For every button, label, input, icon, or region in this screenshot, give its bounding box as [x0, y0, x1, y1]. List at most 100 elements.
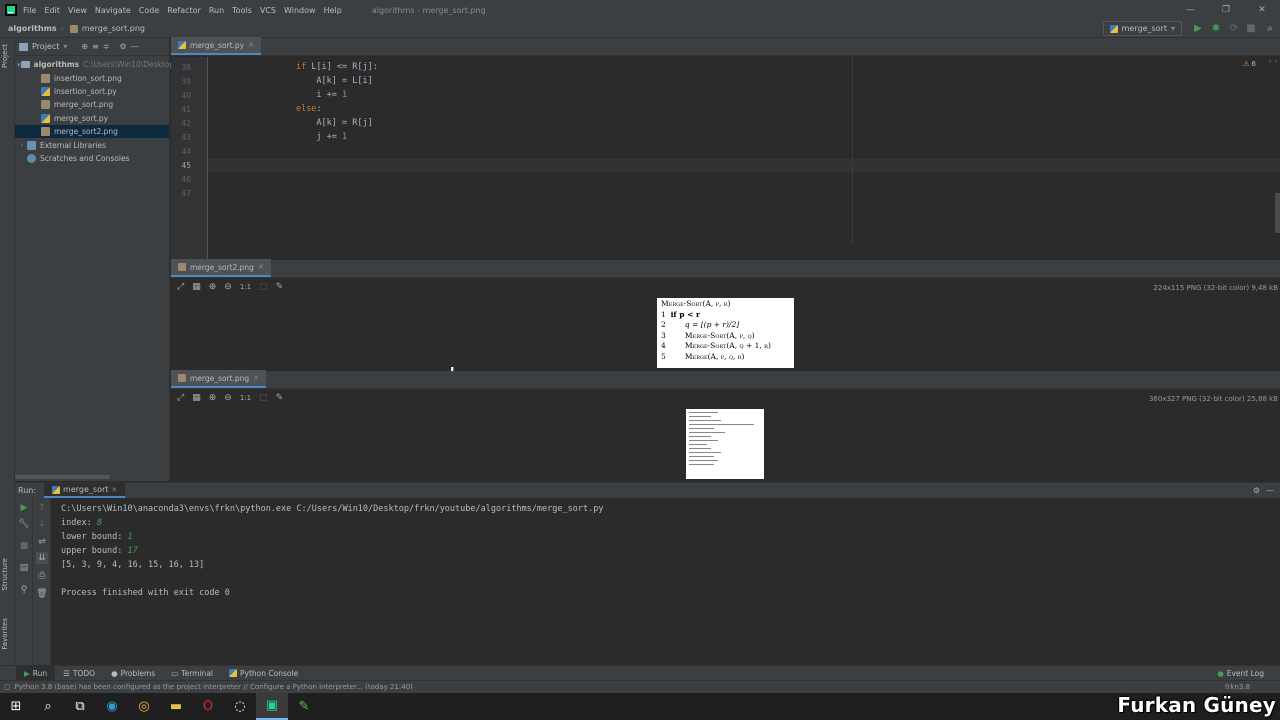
tab-merge-sort-png[interactable]: merge_sort.png ✕	[171, 370, 267, 388]
tab-merge-sort-py[interactable]: merge_sort.py ✕	[171, 37, 261, 55]
print-icon[interactable]: ⎙	[36, 570, 48, 582]
menu-file[interactable]: File	[23, 6, 36, 15]
file-explorer-icon[interactable]: ▬	[160, 693, 192, 720]
task-view-icon[interactable]: ⧉	[64, 693, 96, 720]
warnings-indicator[interactable]: ⚠ 6	[1243, 60, 1256, 68]
tool-tab-terminal[interactable]: ▭ Terminal	[163, 666, 221, 681]
search-icon[interactable]: ⌕	[1264, 22, 1276, 35]
zoom-out-icon[interactable]: ⊖	[224, 393, 232, 403]
zoom-in-icon[interactable]: ⊕	[209, 393, 217, 403]
run-tab-merge-sort[interactable]: merge_sort ✕	[44, 483, 126, 498]
rerun-icon[interactable]: ▶	[18, 502, 30, 514]
menu-tools[interactable]: Tools	[232, 6, 252, 15]
code-line[interactable]: i += 1	[255, 90, 347, 100]
restore-icon[interactable]: ❐	[1208, 0, 1244, 20]
menu-refactor[interactable]: Refactor	[167, 6, 201, 15]
close-tab-icon[interactable]: ✕	[258, 263, 264, 271]
tree-item-scratches[interactable]: Scratches and Consoles	[15, 152, 169, 165]
hide-icon[interactable]: —	[1266, 486, 1274, 495]
status-message[interactable]: Python 3.8 (base) has been configured as…	[15, 683, 413, 691]
tool-tab-python-console[interactable]: Python Console	[221, 666, 306, 681]
actual-size-icon[interactable]: 1:1	[240, 283, 251, 291]
soft-wrap-icon[interactable]: ⇌	[36, 536, 48, 548]
close-icon[interactable]: ✕	[1244, 0, 1280, 20]
wrench-icon[interactable]: 🔧︎	[18, 518, 30, 530]
vertical-scrollbar[interactable]	[1275, 193, 1280, 233]
grid-icon[interactable]: ▦	[192, 393, 201, 403]
fit-zoom-icon[interactable]: ⤢	[177, 393, 184, 403]
minimize-icon[interactable]: —	[1172, 0, 1208, 20]
menu-run[interactable]: Run	[209, 6, 224, 15]
fit-window-icon[interactable]: □	[259, 282, 268, 292]
side-tab-favorites[interactable]: Favorites	[1, 618, 9, 650]
fit-zoom-icon[interactable]: ⤢	[177, 282, 184, 292]
tree-item-insertion-sort-py[interactable]: insertion_sort.py	[15, 85, 169, 98]
arrow-up-icon[interactable]: ↑	[36, 502, 48, 514]
collapse-all-icon[interactable]: ≑	[103, 42, 110, 51]
gear-icon[interactable]: ⚙	[120, 42, 127, 51]
opera-browser-icon[interactable]: O	[192, 693, 224, 720]
grid-icon[interactable]: ▦	[192, 282, 201, 292]
menu-view[interactable]: View	[68, 6, 87, 15]
tool-tab-todo[interactable]: ☰ TODO	[55, 666, 103, 681]
code-line[interactable]: j += 1	[255, 132, 347, 142]
chrome-browser-icon[interactable]: ◎	[128, 693, 160, 720]
edge-browser-icon[interactable]: ◉	[96, 693, 128, 720]
stop-icon[interactable]: ■	[18, 540, 30, 552]
tree-item-merge-sort-py[interactable]: merge_sort.py	[15, 112, 169, 125]
tool-tab-run[interactable]: ▶ Run	[16, 665, 56, 681]
chevron-up-icon[interactable]: ˄	[1269, 60, 1273, 68]
arrow-down-icon[interactable]: ↓	[36, 518, 48, 530]
hide-icon[interactable]: —	[131, 42, 139, 51]
code-line[interactable]: A[k] = R[j]	[255, 118, 372, 128]
pin-icon[interactable]: ⚲	[18, 584, 30, 596]
notepad-icon[interactable]: ✎	[288, 693, 320, 720]
layout-icon[interactable]: ▤	[18, 562, 30, 574]
run-config-selector[interactable]: merge_sort ▾	[1102, 21, 1182, 36]
stop-icon[interactable]: ■	[1245, 22, 1257, 35]
menu-code[interactable]: Code	[139, 6, 159, 15]
close-tab-icon[interactable]: ✕	[248, 41, 254, 49]
console-output[interactable]: C:\Users\Win10\anaconda3\envs\frkn\pytho…	[61, 502, 603, 600]
menu-window[interactable]: Window	[284, 6, 316, 15]
side-tab-structure[interactable]: Structure	[1, 558, 9, 591]
status-bar-toggle-icon[interactable]: ▢	[4, 683, 11, 691]
chevron-down-icon[interactable]: ˅	[1275, 60, 1279, 68]
pycharm-taskbar-icon[interactable]: ▣	[256, 693, 288, 720]
trash-icon[interactable]: 🗑︎	[36, 588, 48, 600]
color-picker-icon[interactable]: ✎	[276, 393, 284, 403]
debug-icon[interactable]: ✱	[1210, 22, 1222, 35]
menu-navigate[interactable]: Navigate	[95, 6, 131, 15]
actual-size-icon[interactable]: 1:1	[240, 394, 251, 402]
run-icon[interactable]: ▶	[1192, 22, 1204, 35]
breadcrumb-file[interactable]: merge_sort.png	[82, 24, 145, 33]
locate-icon[interactable]: ⊕	[81, 42, 88, 51]
menu-help[interactable]: Help	[324, 6, 342, 15]
code-line[interactable]: else:	[255, 104, 322, 114]
tree-item-external-libraries[interactable]: › External Libraries	[15, 138, 169, 151]
tree-item-merge-sort2-png[interactable]: merge_sort2.png	[15, 124, 169, 139]
search-icon[interactable]: ⌕	[32, 693, 64, 720]
tab-merge-sort2-png[interactable]: merge_sort2.png ✕	[171, 259, 271, 277]
zoom-in-icon[interactable]: ⊕	[209, 282, 217, 292]
project-view-label[interactable]: Project	[32, 42, 59, 51]
coverage-icon[interactable]: ⟳	[1228, 22, 1240, 35]
tree-item-merge-sort-png[interactable]: merge_sort.png	[15, 98, 169, 111]
close-tab-icon[interactable]: ✕	[253, 374, 259, 382]
color-picker-icon[interactable]: ✎	[276, 282, 284, 292]
chevron-down-icon[interactable]: ▾	[63, 42, 67, 51]
fit-window-icon[interactable]: □	[259, 393, 268, 403]
scroll-to-end-icon[interactable]: ⇊	[36, 552, 48, 564]
menu-vcs[interactable]: VCS	[260, 6, 276, 15]
code-line[interactable]: if L[i] <= R[j]:	[255, 62, 378, 72]
interpreter-selector[interactable]: frkn3.8	[1225, 683, 1250, 691]
expand-all-icon[interactable]: ≡	[92, 42, 99, 51]
tree-root[interactable]: ▾ algorithms C:\Users\Win10\Desktop	[15, 58, 174, 71]
app-icon[interactable]: ◌	[224, 693, 256, 720]
side-tab-project[interactable]: Project	[1, 44, 9, 68]
gear-icon[interactable]: ⚙	[1253, 486, 1260, 495]
windows-start-icon[interactable]: ⊞	[0, 693, 32, 720]
tool-tab-event-log[interactable]: ● Event Log	[1209, 666, 1272, 681]
tool-tab-problems[interactable]: ● Problems	[103, 666, 163, 681]
code-line[interactable]: A[k] = L[i]	[255, 76, 372, 86]
